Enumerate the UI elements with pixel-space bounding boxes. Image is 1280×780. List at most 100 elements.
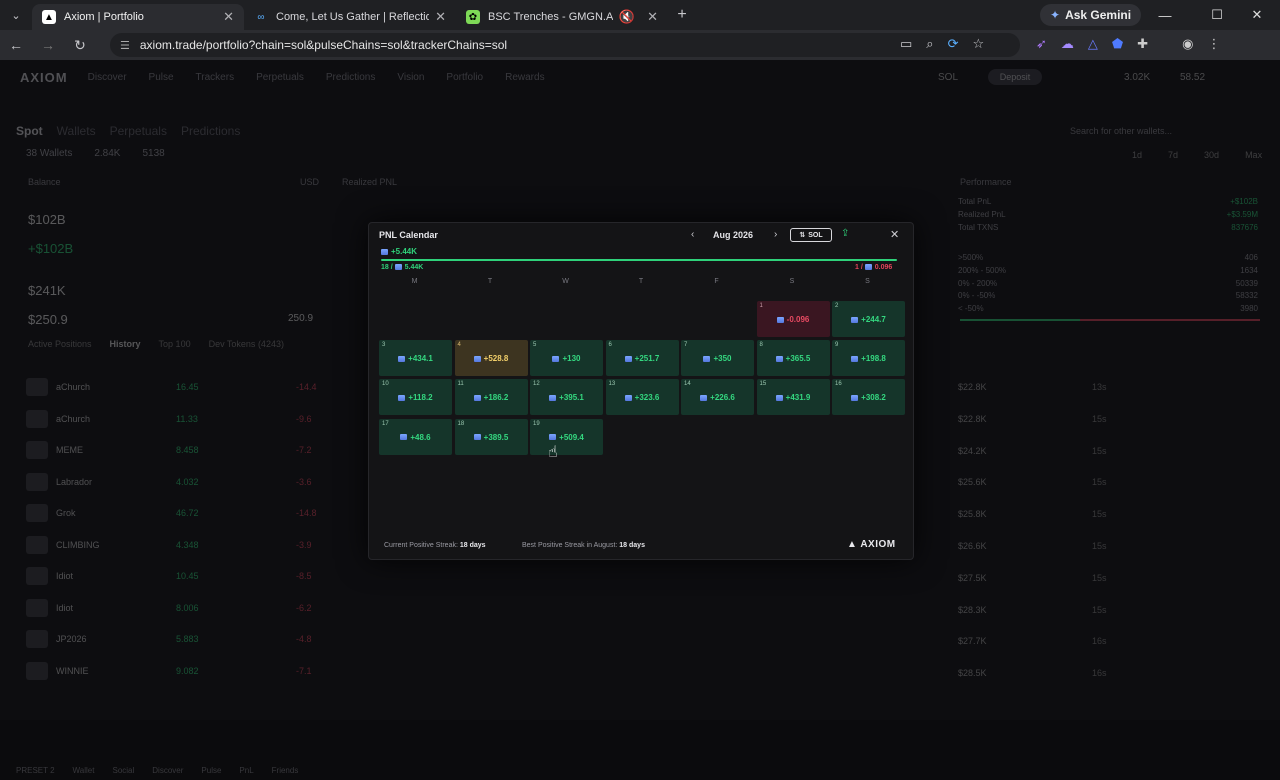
extensions-puzzle-icon[interactable]: ✚ <box>1137 36 1148 52</box>
url-input[interactable]: ☰ axiom.trade/portfolio?chain=sol&pulseC… <box>110 33 1020 57</box>
browser-tab-reflection[interactable]: ∞ Come, Let Us Gather | Reflectio ✕ <box>244 4 456 30</box>
browser-tab-gmgn[interactable]: ✿ BSC Trenches - GMGN.AI | T 🔇 ✕ <box>456 4 668 30</box>
ask-gemini-button[interactable]: ✦ Ask Gemini <box>1040 4 1142 26</box>
preset-button[interactable]: PRESET 2 <box>16 766 55 775</box>
close-window-button[interactable]: ✕ <box>1234 0 1280 30</box>
table-row[interactable]: aChurch 16.45 -14.4 <box>26 373 386 401</box>
swap-icon: ⇅ <box>799 232 806 239</box>
calendar-day-cell[interactable]: 11 +186.2 <box>454 379 528 416</box>
nav-rewards[interactable]: Rewards <box>505 72 544 83</box>
share-icon[interactable]: ⇪ <box>841 228 849 239</box>
usd-toggle[interactable]: USD <box>300 177 319 187</box>
nav-perpetuals[interactable]: Perpetuals <box>256 72 304 83</box>
table-row[interactable]: CLIMBING 4.348 -3.9 <box>26 531 386 559</box>
mute-tab-icon[interactable]: 🔇 <box>619 9 635 25</box>
day-pnl: +389.5 <box>455 433 528 442</box>
tab-predictions[interactable]: Predictions <box>181 124 240 138</box>
calendar-day-cell[interactable]: 4 +528.8 <box>454 340 528 377</box>
nav-discover[interactable]: Discover <box>88 72 127 83</box>
minimize-button[interactable]: — <box>1142 0 1188 30</box>
close-tab-icon[interactable]: ✕ <box>223 9 234 25</box>
close-tab-icon[interactable]: ✕ <box>647 9 658 25</box>
forward-icon[interactable]: → <box>32 37 64 53</box>
calendar-day-cell[interactable]: 9 +198.8 <box>832 340 905 377</box>
range-7d[interactable]: 7d <box>1168 150 1178 160</box>
calendar-day-cell[interactable]: 15 +431.9 <box>756 379 830 416</box>
calendar-day-cell[interactable]: 8 +365.5 <box>756 340 830 377</box>
nav-vision[interactable]: Vision <box>397 72 424 83</box>
table-row[interactable]: Idiot 8.006 -6.2 <box>26 594 386 622</box>
tab-wallets[interactable]: Wallets <box>57 124 96 138</box>
calendar-day-cell[interactable]: 13 +323.6 <box>605 379 679 416</box>
tab-active-positions[interactable]: Active Positions <box>28 339 92 349</box>
chain-selector[interactable]: SOL <box>938 72 958 83</box>
calendar-day-cell[interactable]: 16 +308.2 <box>832 379 905 416</box>
translate-icon[interactable]: ⟳ <box>948 36 959 52</box>
calendar-day-cell[interactable]: 1 -0.096 <box>756 301 830 337</box>
back-icon[interactable]: ← <box>0 37 32 53</box>
calendar-day-cell[interactable]: 2 +244.7 <box>832 301 905 337</box>
table-row[interactable]: aChurch 11.33 -9.6 <box>26 405 386 433</box>
calendar-day-cell[interactable]: 7 +350 <box>681 340 754 377</box>
currency-toggle-button[interactable]: ⇅ SOL <box>790 228 832 242</box>
calendar-day-cell[interactable]: 10 +118.2 <box>379 379 452 416</box>
pulse-button[interactable]: Pulse <box>201 766 221 775</box>
table-row[interactable]: MEME 8.458 -7.2 <box>26 436 386 464</box>
reload-icon[interactable]: ↻ <box>64 37 96 54</box>
site-info-icon[interactable]: ☰ <box>120 39 130 52</box>
table-row[interactable]: WINNIE 9.082 -7.1 <box>26 657 386 685</box>
install-app-icon[interactable]: ▭ <box>900 36 912 52</box>
axiom-logo[interactable]: AXIOM <box>20 70 68 85</box>
extension-triangle-icon[interactable]: △ <box>1088 36 1098 52</box>
close-icon[interactable]: ✕ <box>890 228 899 241</box>
calendar-day-cell[interactable]: 19 +509.4 <box>530 418 603 455</box>
pnl-button[interactable]: PnL <box>239 766 253 775</box>
sol-icon <box>398 395 406 402</box>
tab-perpetuals[interactable]: Perpetuals <box>110 124 167 138</box>
prev-month-icon[interactable]: ‹ <box>691 229 694 240</box>
table-row[interactable]: Idiot 10.45 -8.5 <box>26 562 386 590</box>
next-month-icon[interactable]: › <box>774 229 777 240</box>
close-tab-icon[interactable]: ✕ <box>435 9 446 25</box>
calendar-day-cell[interactable]: 17 +48.6 <box>379 418 452 455</box>
social-button[interactable]: Social <box>112 766 134 775</box>
calendar-day-cell[interactable]: 3 +434.1 <box>379 340 452 377</box>
wallet-search-input[interactable]: Search for other wallets... <box>1070 126 1172 136</box>
calendar-day-cell[interactable]: 6 +251.7 <box>605 340 679 377</box>
sol-icon <box>851 395 859 402</box>
calendar-day-cell[interactable]: 12 +395.1 <box>530 379 603 416</box>
calendar-day-cell[interactable]: 5 +130 <box>530 340 603 377</box>
range-30d[interactable]: 30d <box>1204 150 1219 160</box>
bookmark-star-icon[interactable]: ☆ <box>972 36 984 52</box>
calendar-day-cell[interactable]: 14 +226.6 <box>681 379 754 416</box>
deposit-button[interactable]: Deposit <box>988 69 1042 85</box>
browser-tab-axiom[interactable]: ▲ Axiom | Portfolio ✕ <box>32 4 244 30</box>
nav-pulse[interactable]: Pulse <box>149 72 174 83</box>
tab-search-icon[interactable]: ⌄ <box>0 0 32 30</box>
calendar-day-cell[interactable]: 18 +389.5 <box>454 418 528 455</box>
app-topnav: AXIOM Discover Pulse Trackers Perpetuals… <box>0 60 1280 94</box>
tab-spot[interactable]: Spot <box>16 124 43 138</box>
wallet-button[interactable]: Wallet <box>73 766 95 775</box>
nav-predictions[interactable]: Predictions <box>326 72 375 83</box>
nav-portfolio[interactable]: Portfolio <box>446 72 483 83</box>
profile-avatar-icon[interactable]: ◉ <box>1182 36 1193 52</box>
range-max[interactable]: Max <box>1245 150 1262 160</box>
table-row[interactable]: Labrador 4.032 -3.6 <box>26 468 386 496</box>
discover-button[interactable]: Discover <box>152 766 183 775</box>
tab-top-100[interactable]: Top 100 <box>159 339 191 349</box>
menu-kebab-icon[interactable]: ⋮ <box>1207 36 1220 52</box>
table-row[interactable]: JP2026 5.883 -4.8 <box>26 625 386 653</box>
table-row[interactable]: Grok 46.72 -14.8 <box>26 499 386 527</box>
range-1d[interactable]: 1d <box>1132 150 1142 160</box>
extension-feather-icon[interactable]: ➶ <box>1036 36 1047 52</box>
tab-dev-tokens[interactable]: Dev Tokens (4243) <box>209 339 284 349</box>
nav-trackers[interactable]: Trackers <box>196 72 235 83</box>
extension-shield-icon[interactable]: ⬟ <box>1112 36 1123 52</box>
extension-cloud-icon[interactable]: ☁ <box>1061 36 1074 52</box>
new-tab-button[interactable]: + <box>668 6 696 24</box>
tab-history[interactable]: History <box>110 339 141 349</box>
wallets-dropdown[interactable]: 38 Wallets <box>26 148 72 159</box>
friends-button[interactable]: Friends <box>272 766 299 775</box>
zoom-icon[interactable]: ⌕ <box>926 36 933 52</box>
